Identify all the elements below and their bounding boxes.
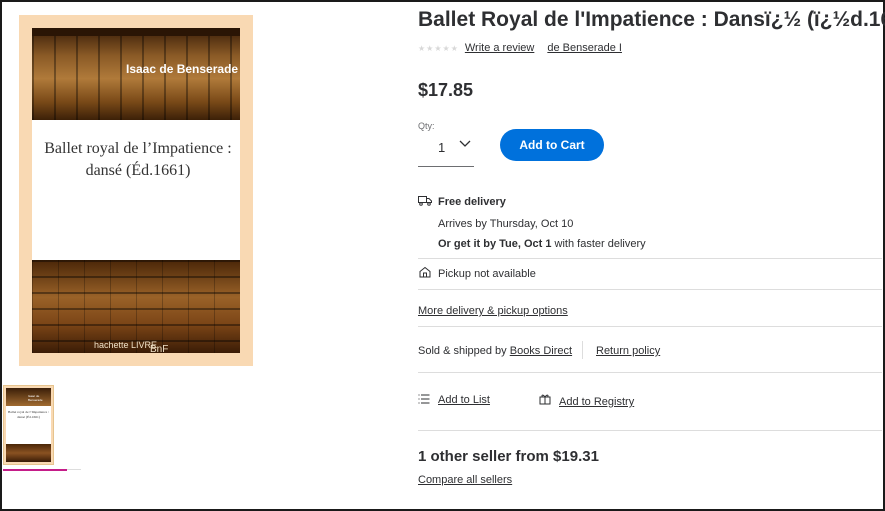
- list-icon: [418, 394, 430, 404]
- cover-title-panel: Ballet royal de l’Impatience : dansé (Éd…: [32, 120, 240, 260]
- divider: [582, 341, 583, 359]
- add-to-cart-button[interactable]: Add to Cart: [500, 129, 604, 161]
- cover-title-line2: dansé (Éd.1661): [85, 162, 191, 179]
- more-delivery-options-link[interactable]: More delivery & pickup options: [418, 305, 568, 317]
- faster-delivery-text: with faster delivery: [554, 238, 646, 250]
- cover-title-line1: Ballet royal de l’Impatience :: [44, 140, 232, 157]
- free-delivery-title: Free delivery: [438, 196, 506, 208]
- sold-by-row: Sold & shipped by Books Direct: [418, 345, 572, 357]
- thumbnail-track: [67, 469, 81, 470]
- gift-icon: [539, 394, 551, 405]
- product-main-image[interactable]: Isaac de Benserade Ballet royal de l’Imp…: [19, 15, 253, 366]
- brand-link[interactable]: de Benserade I: [547, 42, 622, 54]
- sold-by-label: Sold & shipped by: [418, 345, 507, 357]
- qty-label: Qty:: [418, 121, 435, 131]
- product-price: $17.85: [418, 80, 474, 100]
- compare-sellers-link[interactable]: Compare all sellers: [418, 474, 512, 486]
- qty-value: 1: [438, 140, 446, 155]
- thumbnail-selected-indicator: [3, 469, 67, 471]
- chevron-down-icon: [459, 140, 471, 147]
- quantity-select[interactable]: 1: [418, 131, 474, 167]
- arrival-date: Arrives by Thursday, Oct 10: [438, 218, 574, 230]
- book-cover: Isaac de Benserade Ballet royal de l’Imp…: [32, 28, 240, 353]
- store-icon: [419, 266, 431, 278]
- seller-link[interactable]: Books Direct: [510, 345, 572, 357]
- divider: [418, 258, 882, 259]
- add-to-registry-link[interactable]: Add to Registry: [559, 396, 634, 408]
- add-to-list-link[interactable]: Add to List: [438, 394, 490, 406]
- cover-author: Isaac de Benserade: [126, 62, 239, 76]
- cover-bnf-logo: BnF: [150, 344, 169, 353]
- truck-icon: [418, 196, 432, 206]
- cover-title: Ballet royal de l’Impatience : dansé (Éd…: [38, 138, 238, 182]
- thumbnail-author: Isaac de Benserade: [28, 394, 43, 402]
- cover-books-bottom: hachette LIVRE BnF: [32, 260, 240, 353]
- faster-delivery-date: Or get it by Tue, Oct 1: [438, 238, 552, 250]
- product-title: Ballet Royal de l'Impatience : Dansï¿½ (…: [418, 8, 885, 31]
- ratings-row: ★★★★★ Write a review de Benserade I: [418, 42, 622, 54]
- cover-publisher-logo: hachette LIVRE: [94, 340, 158, 350]
- rating-stars: ★★★★★: [418, 43, 459, 53]
- image-thumbnail[interactable]: Isaac de Benserade Ballet royal de l’Imp…: [3, 385, 54, 465]
- other-sellers-summary: 1 other seller from $19.31: [418, 448, 599, 465]
- return-policy-link[interactable]: Return policy: [596, 345, 660, 357]
- divider: [418, 326, 882, 327]
- thumbnail-title: Ballet royal de l’Impatience : dansé (Éd…: [7, 410, 49, 419]
- thumbnail-cover: Isaac de Benserade Ballet royal de l’Imp…: [6, 388, 51, 462]
- divider: [418, 430, 882, 431]
- divider: [418, 289, 882, 290]
- write-review-link[interactable]: Write a review: [465, 42, 534, 54]
- pickup-status: Pickup not available: [438, 268, 536, 280]
- faster-delivery: Or get it by Tue, Oct 1 with faster deli…: [438, 238, 646, 250]
- divider: [418, 372, 882, 373]
